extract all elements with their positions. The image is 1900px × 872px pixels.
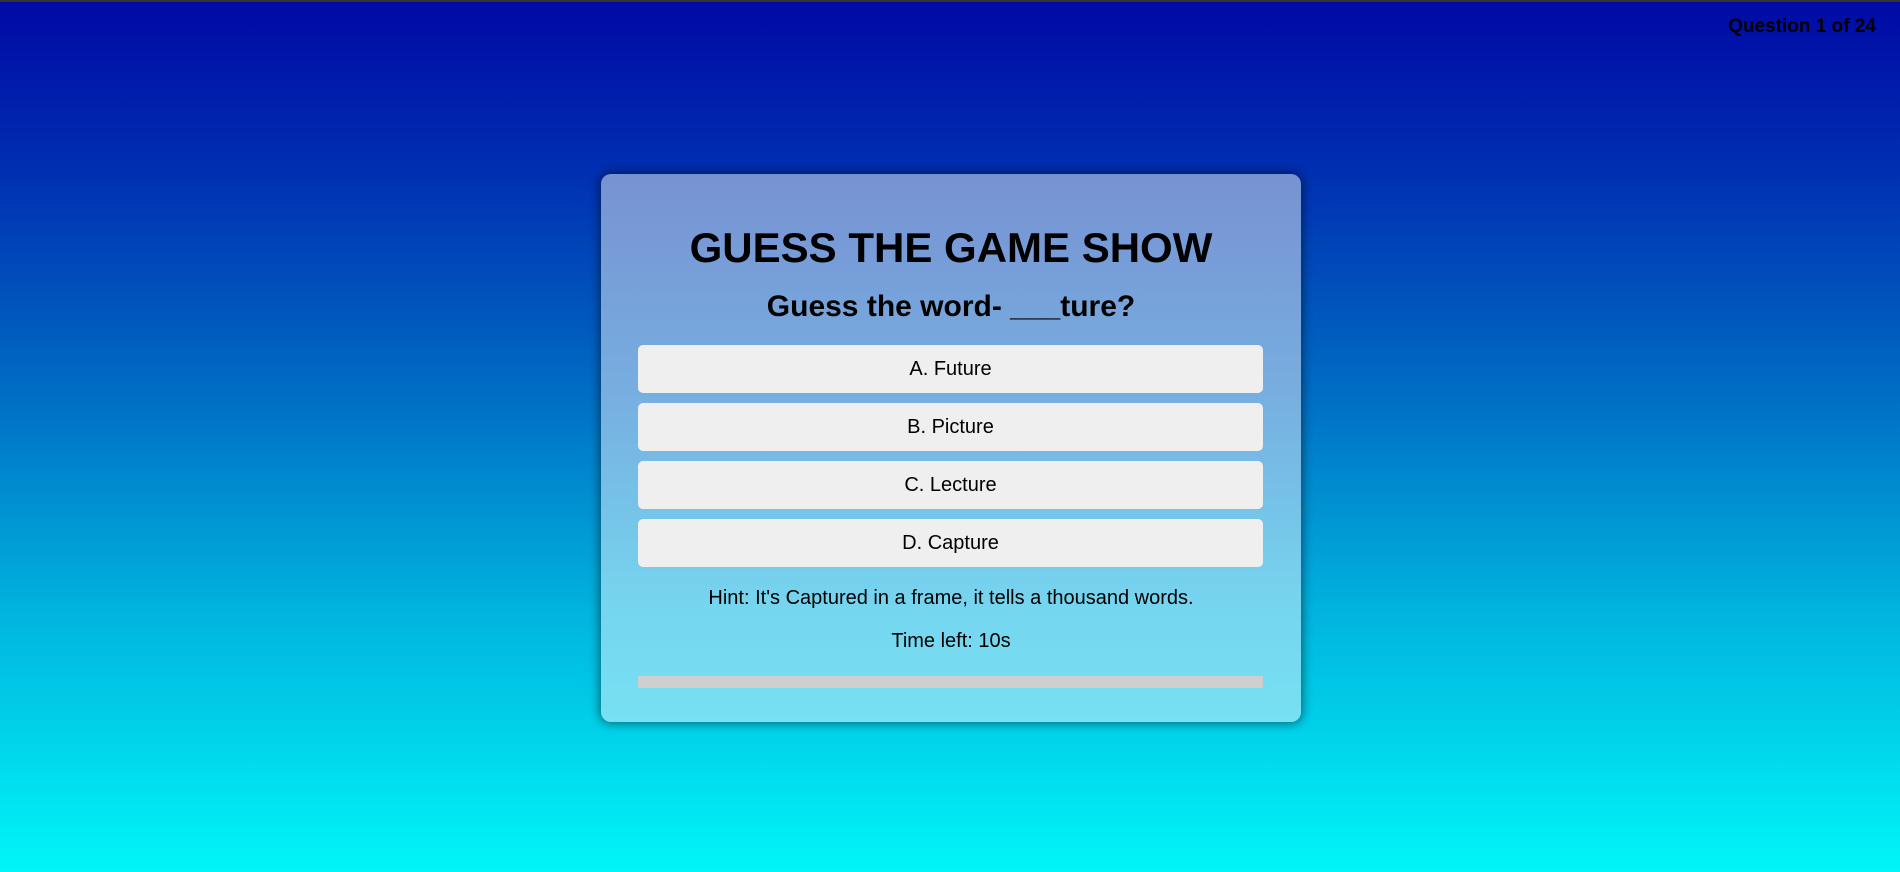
timer-progress-bar <box>638 676 1263 688</box>
option-b-button[interactable]: B. Picture <box>638 403 1263 451</box>
option-c-button[interactable]: C. Lecture <box>638 461 1263 509</box>
question-counter: Question 1 of 24 <box>1728 16 1876 37</box>
quiz-card: GUESS THE GAME SHOW Guess the word- ___t… <box>601 174 1301 722</box>
hint-text: Hint: It's Captured in a frame, it tells… <box>708 587 1194 609</box>
game-title: GUESS THE GAME SHOW <box>689 224 1213 271</box>
time-left: Time left: 10s <box>891 630 1011 652</box>
option-d-button[interactable]: D. Capture <box>638 519 1263 567</box>
option-a-button[interactable]: A. Future <box>638 345 1263 393</box>
answer-options: A. Future B. Picture C. Lecture D. Captu… <box>638 345 1264 567</box>
question-text: Guess the word- ___ture? <box>766 290 1136 323</box>
